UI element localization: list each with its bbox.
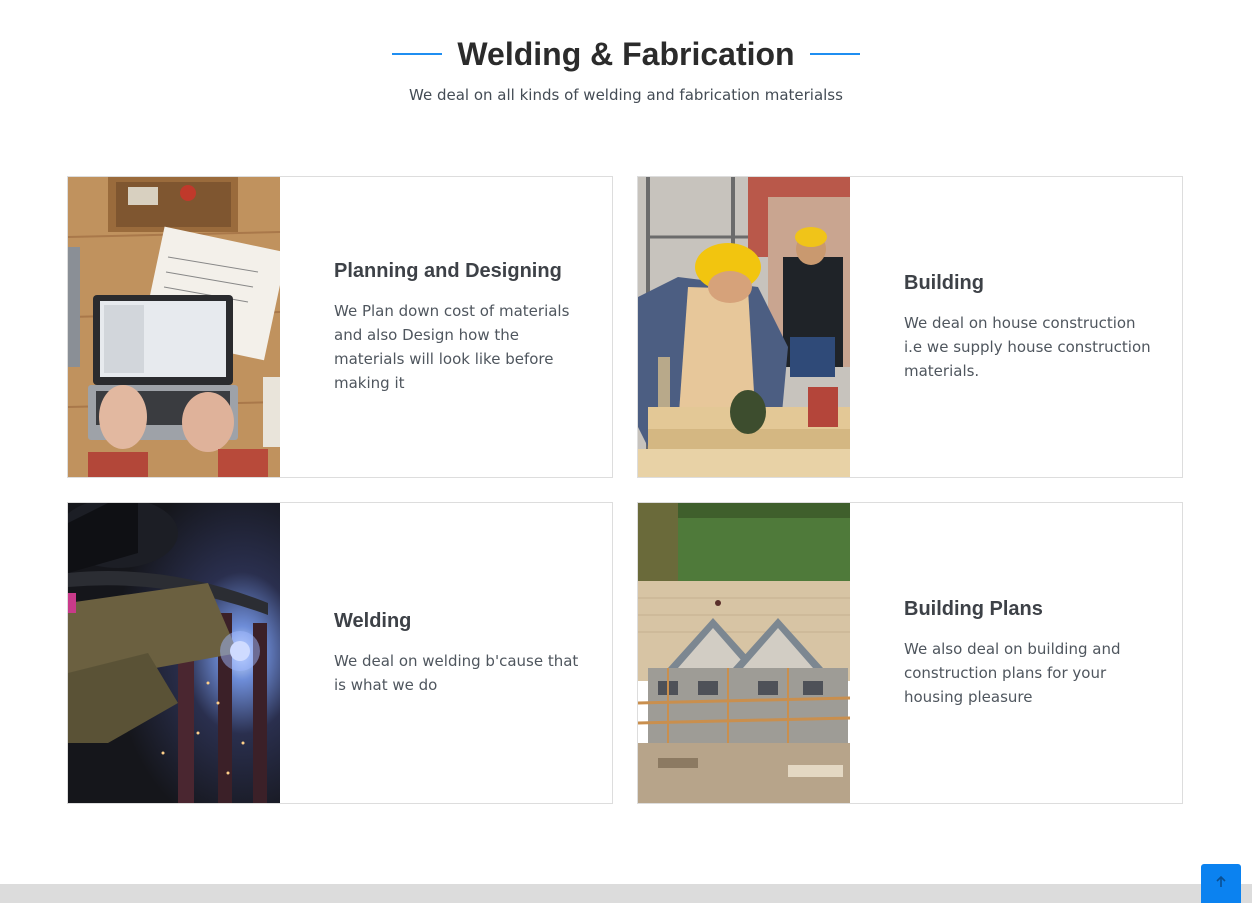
house-under-construction-photo <box>638 503 850 803</box>
card-title: Building <box>904 272 984 294</box>
section-title: Welding & Fabrication <box>457 36 795 72</box>
card-text: We deal on welding b'cause that is what … <box>334 652 579 694</box>
card-text: We Plan down cost of materials and also … <box>334 302 570 392</box>
section-subtitle: We deal on all kinds of welding and fabr… <box>409 86 843 104</box>
card-text: We deal on house construction i.e we sup… <box>904 314 1151 380</box>
service-card-building-plans: Building Plans We also deal on building … <box>637 502 1183 804</box>
service-card-building: Building We deal on house construction i… <box>637 176 1183 478</box>
title-row: Welding & Fabrication <box>0 34 1252 74</box>
laptop-workbench-photo <box>68 177 280 477</box>
card-body: Building We deal on house construction i… <box>850 177 1182 477</box>
card-title: Welding <box>334 610 412 632</box>
card-title: Building Plans <box>904 598 1043 620</box>
card-body: Welding We deal on welding b'cause that … <box>280 503 612 803</box>
arrow-up-icon <box>1214 875 1228 892</box>
service-card-welding: Welding We deal on welding b'cause that … <box>67 502 613 804</box>
welder-sparks-photo <box>68 503 280 803</box>
card-body: Building Plans We also deal on building … <box>850 503 1182 803</box>
card-title: Planning and Designing <box>334 260 562 282</box>
service-card-planning: Planning and Designing We Plan down cost… <box>67 176 613 478</box>
footer-bar <box>0 884 1252 903</box>
card-body: Planning and Designing We Plan down cost… <box>280 177 612 477</box>
title-line-right <box>809 53 860 55</box>
title-line-left <box>392 53 443 55</box>
back-to-top-button[interactable] <box>1201 864 1241 903</box>
construction-workers-photo <box>638 177 850 477</box>
card-text: We also deal on building and constructio… <box>904 640 1121 706</box>
